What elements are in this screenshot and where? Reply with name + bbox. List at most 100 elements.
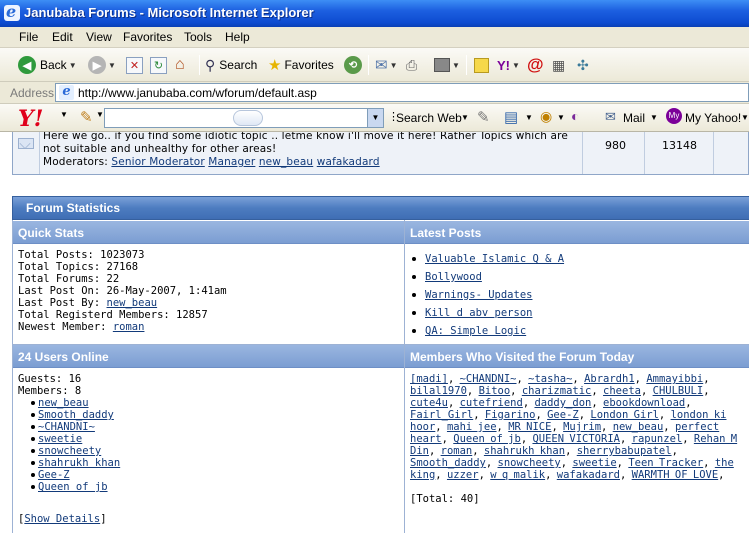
mail-button[interactable]: ✉ ▼ bbox=[375, 55, 398, 75]
online-user-link[interactable]: shahrukh khan bbox=[38, 457, 120, 469]
visited-member-link[interactable]: [madi] bbox=[410, 373, 448, 385]
moderator-link[interactable]: new_beau bbox=[259, 156, 313, 168]
moderator-link[interactable]: Senior Moderator bbox=[111, 156, 204, 168]
search-web-button[interactable]: Search Web bbox=[396, 111, 462, 125]
visited-member-link[interactable]: Bitoo bbox=[479, 385, 511, 397]
favorites-button[interactable]: ★ Favorites bbox=[268, 55, 334, 75]
yahoo-messenger-button[interactable]: Y! ▼ bbox=[497, 55, 520, 75]
online-user-link[interactable]: new_beau bbox=[38, 397, 89, 409]
moderator-link[interactable]: Manager bbox=[208, 156, 255, 168]
visited-member-link[interactable]: ebookdownload bbox=[603, 397, 685, 409]
latest-post-link[interactable]: Kill d abv person bbox=[425, 307, 532, 319]
visited-member-link[interactable]: sweetie bbox=[572, 457, 616, 469]
visited-member-link[interactable]: Fairl_Girl bbox=[410, 409, 473, 421]
menu-favorites[interactable]: Favorites bbox=[123, 30, 172, 44]
yahoo-mail-dropdown-icon[interactable]: ▼ bbox=[650, 113, 658, 122]
newest-member-link[interactable]: roman bbox=[113, 321, 145, 333]
visited-member-link[interactable]: bilal1970 bbox=[410, 385, 467, 397]
visited-member-link[interactable]: uzzer bbox=[447, 469, 479, 481]
refresh-button[interactable]: ↻ bbox=[150, 55, 167, 75]
visited-member-link[interactable]: cheeta bbox=[603, 385, 641, 397]
messenger-button[interactable]: ✣ bbox=[577, 55, 589, 75]
menu-view[interactable]: View bbox=[86, 30, 112, 44]
menu-tools[interactable]: Tools bbox=[184, 30, 212, 44]
yahoo-mail-link[interactable]: Mail bbox=[623, 111, 645, 125]
yahoo-mail-icon[interactable]: ✉ bbox=[605, 109, 616, 125]
edit-dropdown-icon[interactable]: ▼ bbox=[452, 61, 460, 70]
yahoo-search-input[interactable]: ▼ bbox=[104, 108, 384, 128]
online-user-link[interactable]: Queen of jb bbox=[38, 481, 108, 493]
yahoo-logo-icon[interactable]: Y! bbox=[18, 106, 43, 132]
latest-post-link[interactable]: Bollywood bbox=[425, 271, 482, 283]
history-button[interactable]: ⟲ bbox=[344, 55, 362, 75]
visited-member-link[interactable]: daddy_don bbox=[534, 397, 591, 409]
visited-member-link[interactable]: cute4u bbox=[410, 397, 448, 409]
visited-member-link[interactable]: QUEEN VICTORIA bbox=[532, 433, 620, 445]
pencil-icon[interactable]: ✎ bbox=[80, 108, 93, 126]
online-user-link[interactable]: sweetie bbox=[38, 433, 82, 445]
highlight-pen-icon[interactable]: ✎ bbox=[477, 108, 490, 126]
online-user-link[interactable]: Gee-Z bbox=[38, 469, 70, 481]
back-button[interactable]: ◀ Back ▼ bbox=[18, 55, 77, 75]
visited-member-link[interactable]: mahi jee bbox=[447, 421, 497, 433]
pencil-dropdown-icon[interactable]: ▼ bbox=[96, 110, 104, 119]
visited-member-link[interactable]: Ammayibbi bbox=[646, 373, 703, 385]
yahoo-dropdown-icon[interactable]: ▼ bbox=[512, 61, 520, 70]
research-button[interactable]: ▦ bbox=[552, 55, 565, 75]
address-url[interactable]: http://www.janubaba.com/wforum/default.a… bbox=[78, 86, 317, 100]
stop-button[interactable]: ✕ bbox=[126, 55, 143, 75]
back-dropdown-icon[interactable]: ▼ bbox=[69, 61, 77, 70]
note-button[interactable] bbox=[474, 55, 489, 75]
visited-member-link[interactable]: w q malik bbox=[490, 469, 545, 481]
visited-member-link[interactable]: Abrardh1 bbox=[584, 373, 635, 385]
visited-member-link[interactable]: Teen Tracker bbox=[628, 457, 703, 469]
visited-member-link[interactable]: WARMTH OF LOVE bbox=[632, 469, 719, 481]
visited-member-link[interactable]: roman bbox=[441, 445, 473, 457]
edit-button[interactable]: ▼ bbox=[434, 55, 460, 75]
layout-dropdown-icon[interactable]: ▼ bbox=[525, 113, 533, 122]
forward-dropdown-icon[interactable]: ▼ bbox=[108, 61, 116, 70]
visited-member-link[interactable]: ~CHANDNI~ bbox=[460, 373, 517, 385]
visited-member-link[interactable]: London Girl bbox=[590, 409, 659, 421]
my-yahoo-icon[interactable]: My bbox=[666, 108, 682, 124]
latest-post-link[interactable]: Valuable Islamic Q & A bbox=[425, 253, 564, 265]
print-button[interactable]: ⎙ bbox=[406, 55, 417, 75]
address-input[interactable]: e http://www.janubaba.com/wforum/default… bbox=[55, 83, 749, 102]
forward-button[interactable]: ▶ ▼ bbox=[88, 55, 116, 75]
visited-member-link[interactable]: sherrybabupatel bbox=[577, 445, 672, 457]
visited-member-link[interactable]: rapunzel bbox=[632, 433, 683, 445]
menu-edit[interactable]: Edit bbox=[52, 30, 73, 44]
online-user-link[interactable]: ~CHANDNI~ bbox=[38, 421, 95, 433]
visited-member-link[interactable]: snowcheety bbox=[498, 457, 561, 469]
menu-help[interactable]: Help bbox=[225, 30, 250, 44]
search-web-dropdown-icon[interactable]: ▼ bbox=[461, 113, 469, 122]
search-history-dropdown-icon[interactable]: ▼ bbox=[367, 109, 383, 127]
visited-member-link[interactable]: Gee-Z bbox=[547, 409, 579, 421]
my-yahoo-link[interactable]: My Yahoo! bbox=[685, 111, 741, 125]
yahoo-mail-button[interactable]: @ bbox=[527, 55, 544, 75]
visited-member-link[interactable]: MR NICE bbox=[508, 421, 551, 433]
visited-member-link[interactable]: cutefriend bbox=[460, 397, 523, 409]
visited-member-link[interactable]: CHULBULI bbox=[653, 385, 704, 397]
last-post-by-link[interactable]: new_beau bbox=[107, 297, 158, 309]
visited-member-link[interactable]: Mujrim bbox=[563, 421, 601, 433]
latest-post-link[interactable]: QA: Simple Logic bbox=[425, 325, 526, 337]
my-yahoo-dropdown-icon[interactable]: ▼ bbox=[741, 113, 749, 122]
layout-icon[interactable]: ▤ bbox=[504, 108, 518, 126]
visited-member-link[interactable]: Smooth_daddy bbox=[410, 457, 486, 469]
globe-dropdown-icon[interactable]: ▼ bbox=[557, 113, 565, 122]
visited-member-link[interactable]: charizmatic bbox=[522, 385, 592, 397]
visited-member-link[interactable]: Queen of jb bbox=[453, 433, 521, 445]
online-user-link[interactable]: snowcheety bbox=[38, 445, 101, 457]
latest-post-link[interactable]: Warnings- Updates bbox=[425, 289, 532, 301]
home-button[interactable]: ⌂ bbox=[175, 55, 185, 75]
visited-member-link[interactable]: Figarino bbox=[485, 409, 536, 421]
menu-file[interactable]: File bbox=[19, 30, 38, 44]
yahoo-logo-dropdown-icon[interactable]: ▼ bbox=[60, 110, 68, 119]
visited-member-link[interactable]: shahrukh khan bbox=[484, 445, 565, 457]
show-details-link[interactable]: Show Details bbox=[24, 513, 100, 525]
globe-icon[interactable]: ◉ bbox=[540, 108, 552, 125]
search-button[interactable]: ⚲ Search bbox=[205, 55, 257, 75]
online-user-link[interactable]: Smooth_daddy bbox=[38, 409, 114, 421]
visited-member-link[interactable]: wafakadard bbox=[557, 469, 620, 481]
